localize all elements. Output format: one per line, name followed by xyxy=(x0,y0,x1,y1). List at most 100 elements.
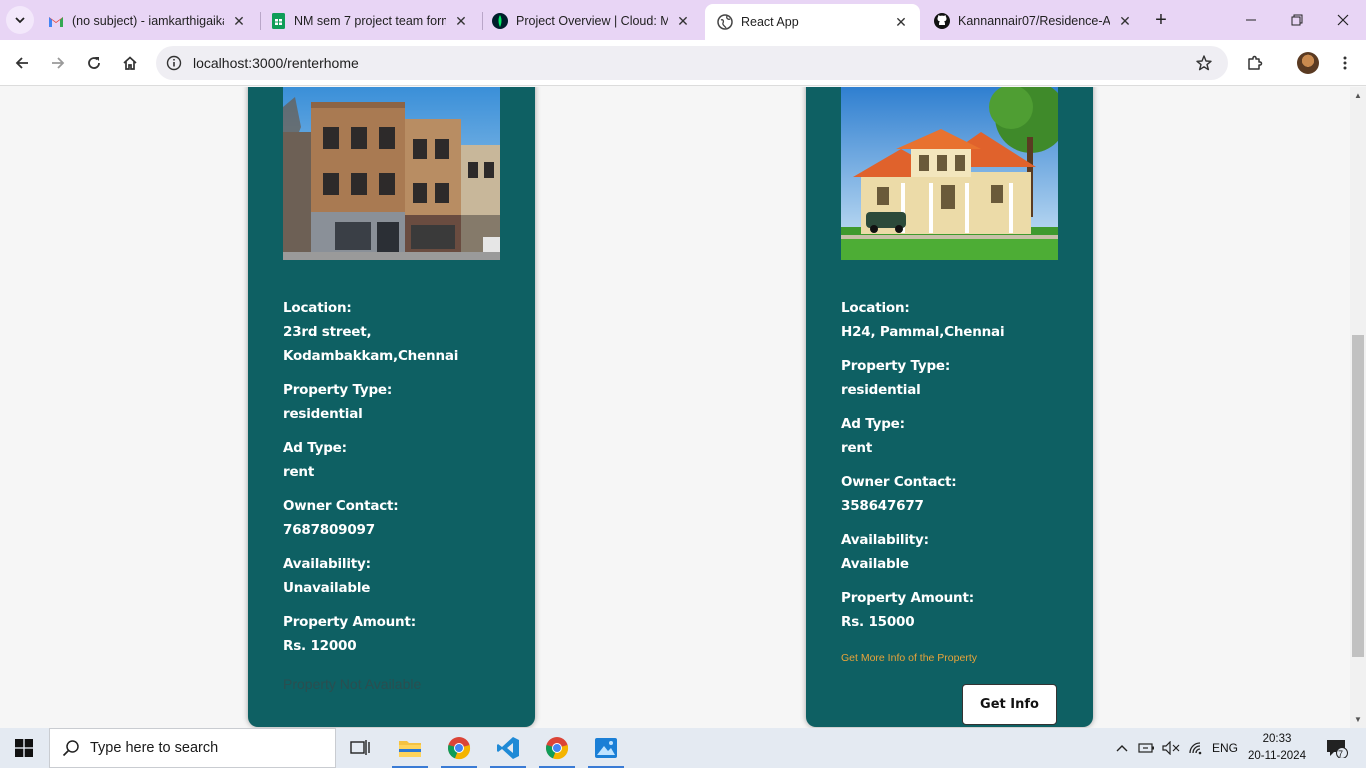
chrome-profile-app[interactable] xyxy=(533,728,581,768)
windows-taskbar: Type here to search ENG 20:33 20-11-2024… xyxy=(0,728,1366,768)
property-type-label: Property Type: xyxy=(283,382,393,398)
tab-react-app[interactable]: React App ✕ xyxy=(705,4,920,40)
clock-time: 20:33 xyxy=(1262,733,1292,745)
location-label: Location: xyxy=(841,300,910,316)
property-card: Location: 23rd street, Kodambakkam,Chenn… xyxy=(248,87,535,727)
ad-type-label: Ad Type: xyxy=(841,416,905,432)
network-status[interactable] xyxy=(1186,728,1208,768)
language-indicator[interactable]: ENG xyxy=(1210,728,1240,768)
tab-github[interactable]: Kannannair07/Residence-Au ✕ xyxy=(922,6,1144,36)
tab-title: (no subject) - iamkarthigaika xyxy=(72,14,224,28)
location-value: 23rd street, xyxy=(283,324,372,340)
reload-button[interactable] xyxy=(79,48,109,78)
ad-type-value: rent xyxy=(841,440,873,456)
close-icon xyxy=(1337,14,1349,26)
property-type-label: Property Type: xyxy=(841,358,951,374)
availability-value: Unavailable xyxy=(283,580,371,596)
page-scrollbar[interactable]: ▲ ▼ xyxy=(1350,87,1366,728)
photos-app[interactable] xyxy=(582,728,630,768)
close-tab-icon[interactable]: ✕ xyxy=(892,13,910,31)
close-tab-icon[interactable]: ✕ xyxy=(230,12,248,30)
property-amount-label: Property Amount: xyxy=(841,590,974,606)
url-text[interactable]: localhost:3000/renterhome xyxy=(193,55,359,71)
address-bar[interactable]: localhost:3000/renterhome xyxy=(156,46,1228,80)
property-amount-label: Property Amount: xyxy=(283,614,416,630)
close-tab-icon[interactable]: ✕ xyxy=(452,12,470,30)
property-image xyxy=(283,87,500,290)
forward-button[interactable] xyxy=(43,48,73,78)
availability-label: Availability: xyxy=(841,532,929,548)
tab-title: Kannannair07/Residence-Au xyxy=(958,14,1110,28)
tab-gmail[interactable]: (no subject) - iamkarthigaika ✕ xyxy=(36,6,258,36)
speaker-muted-icon xyxy=(1162,741,1180,755)
property-card: Location: H24, Pammal,Chennai Property T… xyxy=(806,87,1093,727)
restore-button[interactable] xyxy=(1274,0,1320,40)
task-view-button[interactable] xyxy=(336,728,384,768)
battery-status[interactable] xyxy=(1136,728,1158,768)
property-image xyxy=(841,87,1058,290)
sheets-icon xyxy=(270,13,286,29)
mongodb-icon xyxy=(492,13,508,29)
bookmark-star-icon[interactable] xyxy=(1194,53,1214,73)
scroll-down-arrow-icon[interactable]: ▼ xyxy=(1353,714,1363,724)
volume-status[interactable] xyxy=(1160,728,1182,768)
location-value: H24, Pammal,Chennai xyxy=(841,324,1005,340)
extensions-button[interactable] xyxy=(1240,48,1270,78)
github-icon xyxy=(934,13,950,29)
photos-icon xyxy=(595,738,617,758)
location-label: Location: xyxy=(283,300,352,316)
minimize-button[interactable] xyxy=(1228,0,1274,40)
page-viewport: Location: 23rd street, Kodambakkam,Chenn… xyxy=(0,87,1350,728)
start-button[interactable] xyxy=(0,728,48,768)
clock-date: 20-11-2024 xyxy=(1248,750,1306,762)
ad-type-value: rent xyxy=(283,464,315,480)
property-amount-value: Rs. 12000 xyxy=(283,638,357,654)
tab-mongodb[interactable]: Project Overview | Cloud: Mo ✕ xyxy=(480,6,702,36)
file-explorer-app[interactable] xyxy=(386,728,434,768)
home-icon xyxy=(123,56,137,70)
notification-icon xyxy=(1327,740,1348,758)
taskbar-clock[interactable]: 20:33 20-11-2024 xyxy=(1244,731,1310,765)
tab-title: Project Overview | Cloud: Mo xyxy=(516,14,668,28)
puzzle-icon xyxy=(1248,55,1263,70)
scrollbar-thumb[interactable] xyxy=(1352,335,1364,657)
notification-center-button[interactable]: 7 xyxy=(1322,728,1352,768)
owner-contact-label: Owner Contact: xyxy=(841,474,957,490)
vscode-app[interactable] xyxy=(484,728,532,768)
close-window-button[interactable] xyxy=(1320,0,1366,40)
browser-menu-button[interactable] xyxy=(1330,48,1360,78)
site-info-icon[interactable] xyxy=(164,53,184,73)
owner-contact-value: 7687809097 xyxy=(283,522,375,538)
tab-sheets[interactable]: NM sem 7 project team form ✕ xyxy=(258,6,480,36)
tab-search-button[interactable] xyxy=(6,6,34,34)
chrome-app[interactable] xyxy=(435,728,483,768)
home-button[interactable] xyxy=(115,48,145,78)
gmail-icon xyxy=(48,13,64,29)
browser-toolbar: localhost:3000/renterhome xyxy=(0,40,1366,86)
vscode-icon xyxy=(497,737,519,759)
new-tab-button[interactable]: + xyxy=(1148,8,1174,32)
taskbar-search-box[interactable]: Type here to search xyxy=(49,728,336,768)
show-hidden-icons-button[interactable] xyxy=(1112,728,1132,768)
restore-icon xyxy=(1291,14,1303,26)
property-status-text: Property Not Available xyxy=(283,676,422,692)
notification-count-badge: 7 xyxy=(1338,749,1344,759)
folder-icon xyxy=(399,741,421,757)
tab-title: React App xyxy=(741,15,799,29)
more-vert-icon xyxy=(1343,56,1347,70)
close-tab-icon[interactable]: ✕ xyxy=(674,12,692,30)
battery-plug-icon xyxy=(1138,743,1154,753)
chevron-down-icon xyxy=(15,17,25,24)
owner-contact-label: Owner Contact: xyxy=(283,498,399,514)
search-icon xyxy=(62,740,79,757)
back-button[interactable] xyxy=(7,48,37,78)
chrome-icon xyxy=(448,737,471,760)
taskbar-search-placeholder: Type here to search xyxy=(90,740,219,756)
close-tab-icon[interactable]: ✕ xyxy=(1116,12,1134,30)
windows-logo-icon xyxy=(15,739,33,757)
reload-icon xyxy=(88,57,100,69)
profile-avatar[interactable] xyxy=(1297,52,1319,74)
get-info-button[interactable]: Get Info xyxy=(962,684,1057,725)
scroll-up-arrow-icon[interactable]: ▲ xyxy=(1353,90,1363,100)
availability-value: Available xyxy=(841,556,909,572)
